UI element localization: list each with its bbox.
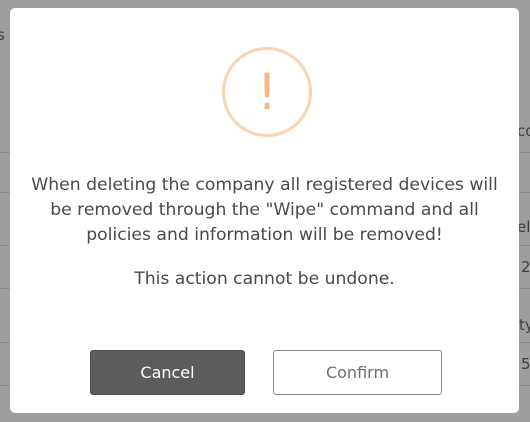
dialog-warning-note: This action cannot be undone. <box>134 269 395 289</box>
background-text-fragment: s <box>0 26 5 44</box>
background-text-fragment: 5 <box>521 355 530 373</box>
cancel-button[interactable]: Cancel <box>90 350 245 395</box>
confirm-button[interactable]: Confirm <box>273 350 442 395</box>
exclamation-glyph: ! <box>256 63 278 121</box>
confirm-delete-dialog: ! When deleting the company all register… <box>10 8 519 413</box>
alert-exclamation-icon: ! <box>222 47 312 137</box>
background-text-fragment: ty <box>519 316 530 334</box>
dialog-message: When deleting the company all registered… <box>31 175 498 245</box>
background-text-fragment: 2 <box>521 258 530 276</box>
